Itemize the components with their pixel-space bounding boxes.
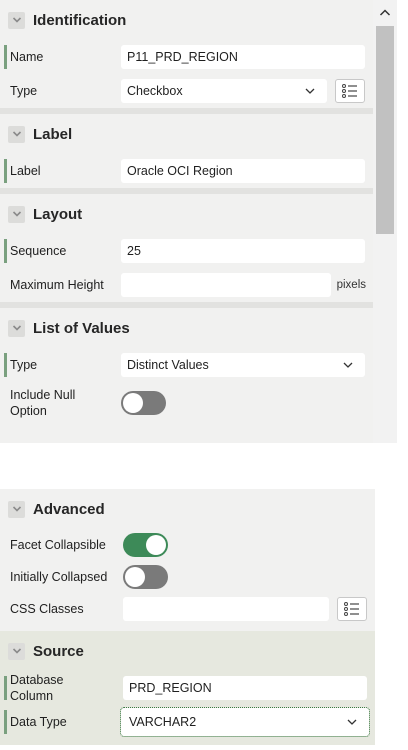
section-title: Source <box>33 642 84 660</box>
facet-collapsible-toggle[interactable] <box>123 533 168 557</box>
source-section-header[interactable]: Source <box>0 631 375 671</box>
section-title: Advanced <box>33 500 105 518</box>
lov-type-row: Type Distinct Values <box>0 348 373 382</box>
chevron-down-icon <box>343 362 353 368</box>
required-marker <box>4 45 7 69</box>
lov-type-label: Type <box>10 358 38 372</box>
max-height-input[interactable] <box>121 273 331 297</box>
initially-collapsed-label: Initially Collapsed <box>10 570 108 584</box>
css-classes-label: CSS Classes <box>10 602 84 616</box>
chevron-up-icon[interactable] <box>379 8 391 18</box>
lov-type-select-value: Distinct Values <box>127 358 209 372</box>
facet-collapsible-label: Facet Collapsible <box>10 538 106 552</box>
css-classes-row: CSS Classes <box>0 593 375 625</box>
initially-collapsed-toggle[interactable] <box>123 565 168 589</box>
chevron-down-icon[interactable] <box>8 125 25 143</box>
name-input[interactable]: P11_PRD_REGION <box>121 45 365 69</box>
database-column-label: Database Column <box>10 673 64 703</box>
include-null-label: Include Null Option <box>10 388 76 418</box>
required-marker <box>4 676 7 700</box>
name-label: Name <box>10 50 44 64</box>
chevron-down-icon[interactable] <box>8 319 25 337</box>
section-title: List of Values <box>33 319 130 337</box>
max-height-unit: pixels <box>336 279 366 291</box>
max-height-label: Maximum Height <box>10 278 104 292</box>
chevron-down-icon[interactable] <box>8 642 25 660</box>
list-icon[interactable] <box>337 597 367 621</box>
section-title: Identification <box>33 11 127 29</box>
source-section: Source Database Column PRD_REGION Data T… <box>0 631 375 745</box>
type-label: Type <box>10 84 38 98</box>
chevron-down-icon[interactable] <box>8 500 25 518</box>
property-editor-panel: Identification Name P11_PRD_REGION Type … <box>0 0 373 443</box>
list-icon[interactable] <box>335 79 365 103</box>
data-type-select[interactable]: VARCHAR2 <box>120 707 370 737</box>
required-marker <box>4 159 7 183</box>
required-marker <box>4 353 7 377</box>
label-input[interactable]: Oracle OCI Region <box>121 159 365 183</box>
toggle-knob <box>146 535 166 555</box>
include-null-toggle[interactable] <box>121 391 166 415</box>
initially-collapsed-row: Initially Collapsed <box>0 561 375 593</box>
label-row: Label Oracle OCI Region <box>0 154 373 188</box>
toggle-knob <box>123 393 143 413</box>
data-type-select-value: VARCHAR2 <box>129 715 197 729</box>
chevron-down-icon[interactable] <box>8 205 25 223</box>
data-type-label: Data Type <box>10 715 67 729</box>
data-type-row: Data Type VARCHAR2 <box>0 705 375 739</box>
facet-collapsible-row: Facet Collapsible <box>0 529 375 561</box>
section-title: Layout <box>33 205 83 223</box>
type-row: Type Checkbox <box>0 74 373 108</box>
lov-type-select[interactable]: Distinct Values <box>121 353 365 377</box>
vertical-scrollbar[interactable] <box>373 0 397 443</box>
label-label: Label <box>10 164 41 178</box>
chevron-down-icon <box>347 719 357 725</box>
layout-section-header[interactable]: Layout <box>0 194 373 234</box>
type-select-value: Checkbox <box>127 84 183 98</box>
database-column-row: Database Column PRD_REGION <box>0 671 375 705</box>
property-editor-panel-lower: Advanced Facet Collapsible Initially Col… <box>0 489 375 745</box>
chevron-down-icon <box>305 88 315 94</box>
toggle-knob <box>125 567 145 587</box>
max-height-row: Maximum Height pixels <box>0 268 373 302</box>
css-classes-input[interactable] <box>123 597 329 621</box>
type-select[interactable]: Checkbox <box>121 79 327 103</box>
identification-section-header[interactable]: Identification <box>0 0 373 40</box>
scrollbar-thumb[interactable] <box>376 26 394 234</box>
include-null-row: Include Null Option <box>0 382 373 424</box>
sequence-row: Sequence 25 <box>0 234 373 268</box>
label-section-header[interactable]: Label <box>0 114 373 154</box>
sequence-label: Sequence <box>10 244 67 258</box>
advanced-section-header[interactable]: Advanced <box>0 489 375 529</box>
section-title: Label <box>33 125 73 143</box>
chevron-down-icon[interactable] <box>8 11 25 29</box>
name-row: Name P11_PRD_REGION <box>0 40 373 74</box>
list-of-values-section-header[interactable]: List of Values <box>0 308 373 348</box>
database-column-input[interactable]: PRD_REGION <box>123 676 367 700</box>
required-marker <box>4 710 7 734</box>
required-marker <box>4 239 7 263</box>
sequence-input[interactable]: 25 <box>121 239 365 263</box>
